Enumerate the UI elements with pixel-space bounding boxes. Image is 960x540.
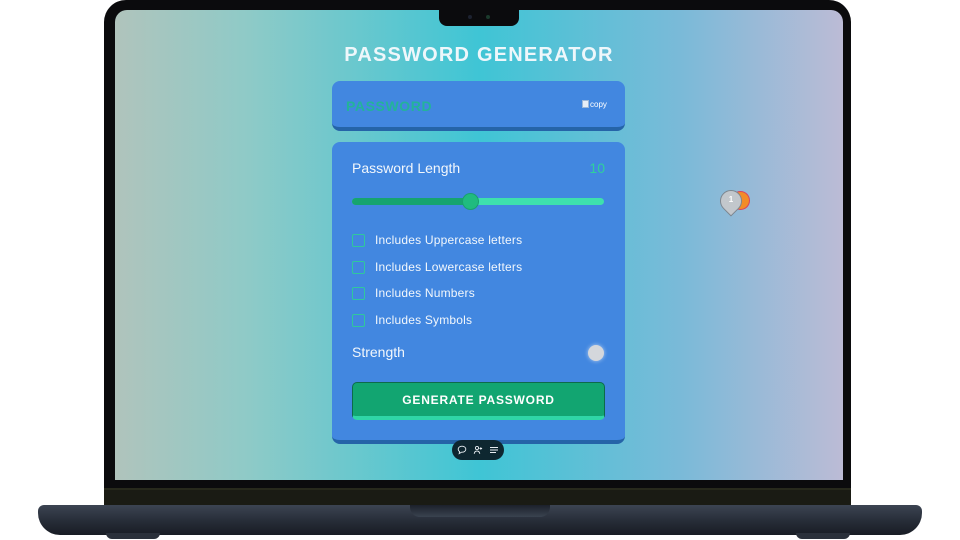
laptop-foot	[106, 533, 160, 539]
extension-badge[interactable]: 1	[715, 185, 752, 217]
uppercase-checkbox[interactable]	[352, 233, 365, 247]
length-slider[interactable]	[352, 194, 604, 209]
symbols-checkbox[interactable]	[352, 313, 365, 327]
laptop-lid-notch	[410, 505, 550, 517]
option-symbols[interactable]: Includes Symbols	[352, 311, 472, 329]
laptop-foot	[796, 533, 850, 539]
option-uppercase[interactable]: Includes Uppercase letters	[352, 231, 522, 249]
option-label: Includes Symbols	[375, 313, 473, 327]
option-numbers[interactable]: Includes Numbers	[352, 284, 475, 302]
length-value: 10	[589, 160, 605, 176]
copy-button[interactable]: copy	[582, 97, 607, 111]
strength-indicator	[588, 345, 604, 361]
camera-indicator	[486, 15, 490, 19]
slider-fill	[352, 198, 471, 205]
person-plus-icon[interactable]	[473, 445, 484, 456]
strength-label: Strength	[352, 344, 405, 360]
length-label: Password Length	[352, 160, 461, 176]
laptop-hinge	[104, 488, 851, 506]
camera-notch	[439, 7, 519, 26]
numbers-checkbox[interactable]	[352, 286, 365, 300]
laptop-screen: PASSWORD GENERATOR copy Password Length …	[115, 10, 843, 480]
slider-thumb[interactable]	[463, 194, 479, 209]
comment-icon[interactable]	[457, 445, 468, 456]
option-label: Includes Lowercase letters	[375, 260, 523, 274]
settings-panel: Password Length 10 Includes Uppercase le…	[332, 142, 625, 444]
broken-image-icon	[582, 100, 589, 108]
copy-alt-text: copy	[590, 99, 607, 109]
password-output-field[interactable]	[346, 97, 546, 115]
option-label: Includes Numbers	[375, 286, 475, 300]
option-lowercase[interactable]: Includes Lowercase letters	[352, 258, 522, 276]
badge-count: 1	[728, 195, 734, 204]
list-icon[interactable]	[489, 445, 500, 456]
camera-sensor	[468, 15, 472, 19]
lowercase-checkbox[interactable]	[352, 260, 365, 274]
password-display: copy	[332, 81, 625, 131]
floating-toolbar	[452, 440, 504, 460]
generate-password-button[interactable]: GENERATE PASSWORD	[352, 382, 605, 420]
option-label: Includes Uppercase letters	[375, 233, 523, 247]
page-title: PASSWORD GENERATOR	[344, 44, 614, 66]
